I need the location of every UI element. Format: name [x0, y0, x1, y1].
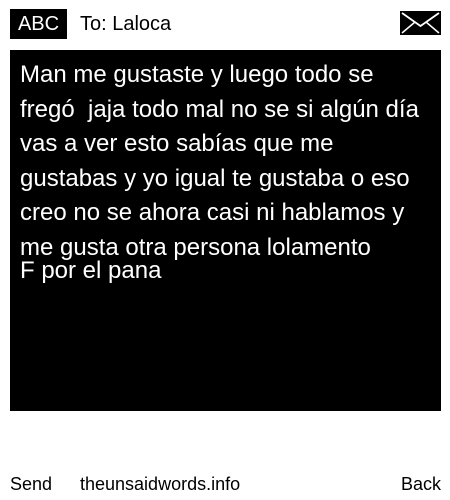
message-area[interactable]: Man me gustaste y luego todo se fregó ja…: [10, 50, 441, 411]
message-body: Man me gustaste y luego todo se fregó ja…: [20, 61, 426, 261]
softkey-bar: Send theunsaidwords.info Back: [0, 470, 450, 500]
input-mode-badge[interactable]: ABC: [10, 9, 67, 39]
recipient-label: To: Laloca: [80, 13, 172, 35]
back-button[interactable]: Back: [401, 470, 441, 498]
send-button[interactable]: Send: [10, 470, 52, 498]
envelope-icon[interactable]: [399, 10, 442, 36]
header-bar: ABC To: Laloca: [0, 0, 450, 46]
site-link[interactable]: theunsaidwords.info: [80, 470, 240, 498]
